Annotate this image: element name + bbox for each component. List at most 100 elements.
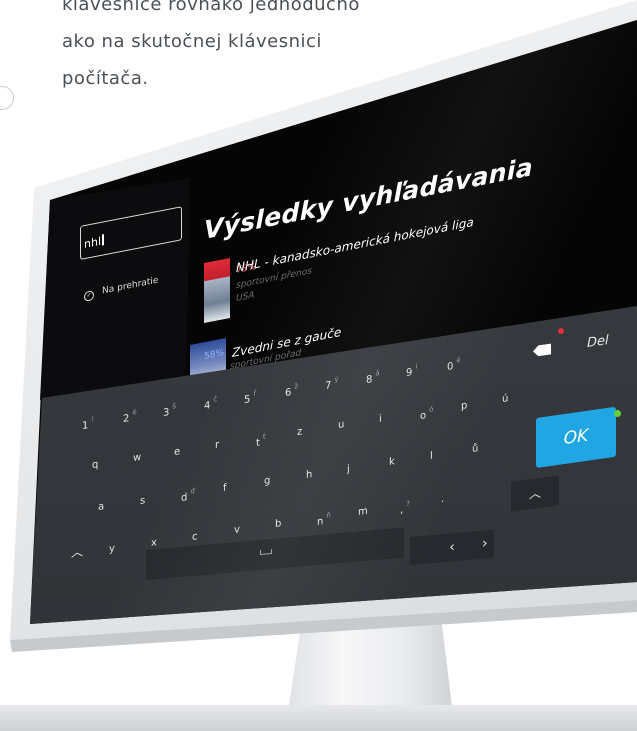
key-1[interactable]: 1! [82,415,94,432]
key-alt-label: ť [262,432,266,441]
key-label: 3 [163,406,170,419]
arrow-right-key[interactable]: › [482,535,488,552]
key-label: s [139,494,145,507]
chevron-left-icon: ‹ [449,539,455,556]
key-label: 1 [82,420,89,432]
key-label: ú [502,393,509,405]
intro-line-3: počítača. [62,68,149,89]
key-alt-label: ž [293,382,298,391]
key-alt-label: ď [190,487,195,496]
key-u[interactable]: u [338,419,344,431]
key-ů[interactable]: ů [472,443,478,455]
intro-paragraph: klávesnice rovnako jednoducho ako na sku… [62,0,382,97]
key-label: . [441,493,445,506]
key-8[interactable]: 8á [366,369,380,386]
key-label: h [305,469,312,481]
key-label: u [338,419,345,432]
key-y[interactable]: y [109,543,115,555]
key-2[interactable]: 2é [123,408,137,425]
key-label: v [233,524,240,537]
monitor-stand-base [0,705,637,731]
key-t[interactable]: tť [256,432,266,448]
key-q[interactable]: q [92,459,98,471]
red-button-indicator [558,328,564,334]
key-label: 0 [446,360,453,373]
chevron-right-icon: › [482,535,488,552]
key-label: j [347,463,350,475]
key-9[interactable]: 9í [406,363,417,380]
key-label: , [399,504,403,516]
key-label: w [133,452,142,465]
key-label: y [109,543,115,555]
key-label: e [174,445,181,458]
intro-line-2: ako na skutočnej klávesnici [62,31,322,52]
key-label: k [388,456,395,469]
key-j[interactable]: j [347,463,350,474]
key-alt-label: á [374,368,380,378]
key-i[interactable]: i [379,413,382,424]
key-alt-label: ň [325,511,331,520]
key-label: a [98,501,105,513]
key-.[interactable]: . [441,494,444,505]
key-alt-label: ř [253,388,257,398]
key-c[interactable]: c [192,531,198,543]
key-ú[interactable]: ú [502,393,508,405]
key-label: o [420,410,427,423]
key-alt-label: ó [429,405,434,414]
key-v[interactable]: v [234,525,240,537]
key-z[interactable]: z [297,426,302,438]
key-7[interactable]: 7ý [325,375,339,392]
key-5[interactable]: 5ř [244,389,256,406]
key-n[interactable]: nň [317,511,331,528]
key-label: x [150,536,157,549]
result-thumbnail[interactable] [204,257,230,323]
key-label: b [275,518,282,531]
carousel-bubble-icon[interactable] [0,86,14,110]
key-h[interactable]: h [306,469,312,481]
key-,[interactable]: ,? [400,499,410,515]
key-g[interactable]: g [264,475,270,487]
check-circle-icon: ✓ [84,290,94,302]
key-label: 7 [325,380,332,393]
key-label: d [181,492,188,505]
key-label: c [192,530,198,543]
key-b[interactable]: b [275,518,281,530]
key-s[interactable]: s [140,495,145,507]
key-label: p [461,399,468,412]
key-r[interactable]: r [215,440,219,452]
key-label: f [222,482,227,494]
key-label: m [358,505,368,518]
key-label: ů [471,443,478,456]
key-label: z [297,426,303,438]
key-4[interactable]: 4č [204,395,217,412]
key-d[interactable]: dď [181,487,195,504]
key-label: 6 [284,387,291,399]
key-label: r [215,439,220,452]
key-label: g [264,475,271,488]
intro-line-1: klávesnice rovnako jednoducho [62,0,360,15]
key-0[interactable]: 0é [447,356,461,373]
key-k[interactable]: k [389,456,395,468]
key-p[interactable]: p [461,400,467,412]
key-label: n [316,516,323,528]
key-alt-label: í [415,362,418,371]
key-l[interactable]: l [430,450,433,461]
delete-key[interactable]: Del [587,333,609,351]
key-alt-label: š [172,401,177,411]
key-f[interactable]: f [223,482,227,493]
key-3[interactable]: 3š [163,402,176,419]
key-o[interactable]: oó [420,405,433,422]
key-e[interactable]: e [174,446,180,458]
key-a[interactable]: a [98,501,104,513]
green-button-indicator [614,410,621,417]
key-label: q [92,459,99,471]
key-6[interactable]: 6ž [285,382,298,399]
key-label: 9 [406,367,413,380]
key-alt-label: é [455,355,461,365]
key-w[interactable]: w [133,452,141,464]
key-label: i [379,413,382,425]
key-m[interactable]: m [358,505,368,517]
shift-left-icon[interactable]: ︿ [71,542,83,561]
key-alt-label: ? [405,499,410,508]
key-x[interactable]: x [151,537,157,549]
